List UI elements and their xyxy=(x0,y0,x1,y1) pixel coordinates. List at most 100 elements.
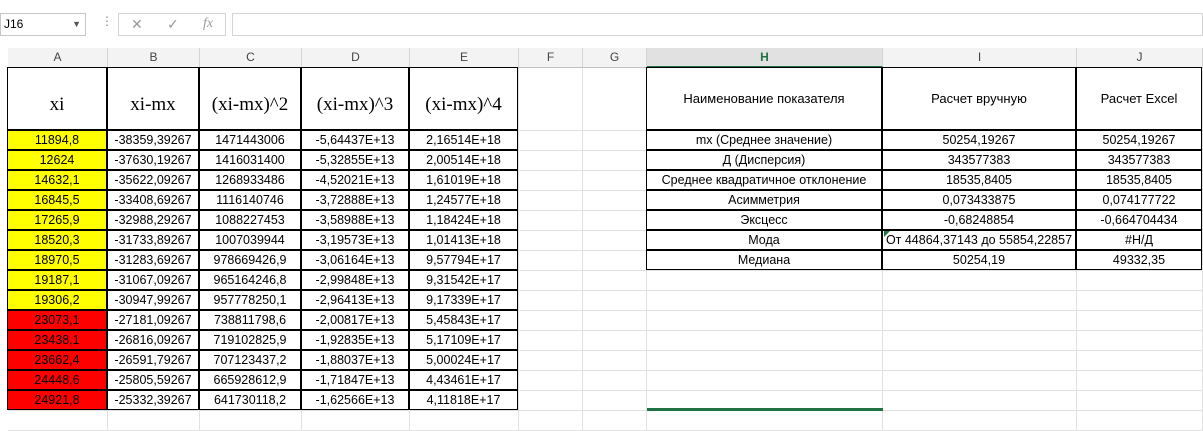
stats-manual-cell[interactable]: 50254,19 xyxy=(882,250,1076,270)
data-cell-d[interactable]: -3,19573E+13 xyxy=(301,230,409,250)
data-cell-c[interactable]: 965164246,8 xyxy=(199,270,301,290)
empty-cell[interactable] xyxy=(519,231,583,251)
data-cell-a[interactable]: 17265,9 xyxy=(7,210,107,230)
data-cell-b[interactable]: -31067,09267 xyxy=(107,270,199,290)
data-cell-d[interactable]: -1,71847E+13 xyxy=(301,370,409,390)
empty-cell[interactable] xyxy=(583,351,647,371)
data-cell-b[interactable]: -25332,39267 xyxy=(107,390,199,410)
data-cell-c[interactable]: 1088227453 xyxy=(199,210,301,230)
empty-cell[interactable] xyxy=(583,391,647,411)
stats-excel-cell[interactable]: 0,074177722 xyxy=(1076,190,1202,210)
data-cell-b[interactable]: -25805,59267 xyxy=(107,370,199,390)
stats-name-cell[interactable]: Эксцесс xyxy=(646,210,882,230)
data-cell-a[interactable]: 16845,5 xyxy=(7,190,107,210)
table-header-xi[interactable]: xi xyxy=(7,67,107,130)
data-cell-b[interactable]: -37630,19267 xyxy=(107,150,199,170)
empty-cell[interactable] xyxy=(583,411,647,431)
column-header-c[interactable]: C xyxy=(200,48,302,68)
data-cell-d[interactable]: -3,06164E+13 xyxy=(301,250,409,270)
empty-cell[interactable] xyxy=(1077,331,1203,351)
stats-manual-cell[interactable]: От 44864,37143 до 55854,22857 xyxy=(882,230,1076,250)
data-cell-b[interactable]: -33408,69267 xyxy=(107,190,199,210)
table-header-dev4[interactable]: (xi-mx)^4 xyxy=(409,67,518,130)
stats-header-excel[interactable]: Расчет Excel xyxy=(1076,67,1202,130)
stats-excel-cell[interactable]: 343577383 xyxy=(1076,150,1202,170)
empty-cell[interactable] xyxy=(583,271,647,291)
empty-cell[interactable] xyxy=(519,151,583,171)
data-cell-e[interactable]: 4,11818E+17 xyxy=(409,390,518,410)
chevron-down-icon[interactable]: ▼ xyxy=(72,14,81,35)
empty-cell[interactable] xyxy=(883,271,1077,291)
empty-cell[interactable] xyxy=(583,311,647,331)
stats-header-manual[interactable]: Расчет вручную xyxy=(882,67,1076,130)
data-cell-a[interactable]: 12624 xyxy=(7,150,107,170)
column-header-h[interactable]: H xyxy=(647,48,883,68)
data-cell-d[interactable]: -3,58988E+13 xyxy=(301,210,409,230)
stats-manual-cell[interactable]: 343577383 xyxy=(882,150,1076,170)
column-header-g[interactable]: G xyxy=(583,48,647,68)
empty-cell[interactable] xyxy=(200,411,302,431)
data-cell-d[interactable]: -3,72888E+13 xyxy=(301,190,409,210)
empty-cell[interactable] xyxy=(1077,271,1203,291)
empty-cell[interactable] xyxy=(519,171,583,191)
empty-cell[interactable] xyxy=(647,371,883,391)
empty-cell[interactable] xyxy=(583,331,647,351)
data-cell-d[interactable]: -5,64437E+13 xyxy=(301,130,409,150)
empty-cell[interactable] xyxy=(647,291,883,311)
empty-cell[interactable] xyxy=(583,211,647,231)
data-cell-b[interactable]: -30947,99267 xyxy=(107,290,199,310)
formula-input[interactable] xyxy=(232,13,1203,36)
data-cell-e[interactable]: 5,45843E+17 xyxy=(409,310,518,330)
empty-cell[interactable] xyxy=(519,271,583,291)
stats-name-cell[interactable]: Медиана xyxy=(646,250,882,270)
empty-cell[interactable] xyxy=(108,411,200,431)
empty-cell[interactable] xyxy=(647,331,883,351)
data-cell-c[interactable]: 719102825,9 xyxy=(199,330,301,350)
stats-manual-cell[interactable]: 0,073433875 xyxy=(882,190,1076,210)
stats-name-cell[interactable]: Д (Дисперсия) xyxy=(646,150,882,170)
empty-cell[interactable] xyxy=(583,251,647,271)
data-cell-a[interactable]: 18970,5 xyxy=(7,250,107,270)
empty-cell[interactable] xyxy=(883,291,1077,311)
empty-cell[interactable] xyxy=(519,191,583,211)
empty-cell[interactable] xyxy=(883,391,1077,411)
empty-cell[interactable] xyxy=(519,331,583,351)
data-cell-b[interactable]: -26816,09267 xyxy=(107,330,199,350)
data-cell-e[interactable]: 4,43461E+17 xyxy=(409,370,518,390)
data-cell-e[interactable]: 9,31542E+17 xyxy=(409,270,518,290)
data-cell-b[interactable]: -32988,29267 xyxy=(107,210,199,230)
data-cell-c[interactable]: 1471443006 xyxy=(199,130,301,150)
data-cell-e[interactable]: 1,18424E+18 xyxy=(409,210,518,230)
data-cell-a[interactable]: 24921,8 xyxy=(7,390,107,410)
stats-name-cell[interactable]: Среднее квадратичное отклонение xyxy=(646,170,882,190)
empty-cell[interactable] xyxy=(1077,351,1203,371)
empty-cell[interactable] xyxy=(519,131,583,151)
data-cell-a[interactable]: 24448,6 xyxy=(7,370,107,390)
data-cell-d[interactable]: -4,52021E+13 xyxy=(301,170,409,190)
data-cell-c[interactable]: 1116140746 xyxy=(199,190,301,210)
empty-cell[interactable] xyxy=(8,411,108,431)
table-header-dev2[interactable]: (xi-mx)^2 xyxy=(199,67,301,130)
stats-manual-cell[interactable]: 50254,19267 xyxy=(882,130,1076,150)
empty-cell[interactable] xyxy=(583,131,647,151)
function-icon[interactable]: fx xyxy=(203,16,213,32)
empty-cell[interactable] xyxy=(410,411,519,431)
empty-cell[interactable] xyxy=(647,311,883,331)
data-cell-d[interactable]: -2,00817E+13 xyxy=(301,310,409,330)
stats-name-cell[interactable]: Асимметрия xyxy=(646,190,882,210)
empty-cell[interactable] xyxy=(519,311,583,331)
column-header-d[interactable]: D xyxy=(302,48,410,68)
data-cell-a[interactable]: 23662,4 xyxy=(7,350,107,370)
data-cell-e[interactable]: 9,57794E+17 xyxy=(409,250,518,270)
empty-cell[interactable] xyxy=(519,68,583,131)
empty-cell[interactable] xyxy=(583,291,647,311)
data-cell-a[interactable]: 19187,1 xyxy=(7,270,107,290)
more-options-icon[interactable]: ⋮ xyxy=(101,14,113,28)
data-cell-d[interactable]: -1,92835E+13 xyxy=(301,330,409,350)
stats-excel-cell[interactable]: -0,664704434 xyxy=(1076,210,1202,230)
column-header-i[interactable]: I xyxy=(883,48,1077,68)
data-cell-a[interactable]: 23073,1 xyxy=(7,310,107,330)
empty-cell[interactable] xyxy=(519,291,583,311)
data-cell-e[interactable]: 2,16514E+18 xyxy=(409,130,518,150)
table-header-dev[interactable]: xi-mx xyxy=(107,67,199,130)
